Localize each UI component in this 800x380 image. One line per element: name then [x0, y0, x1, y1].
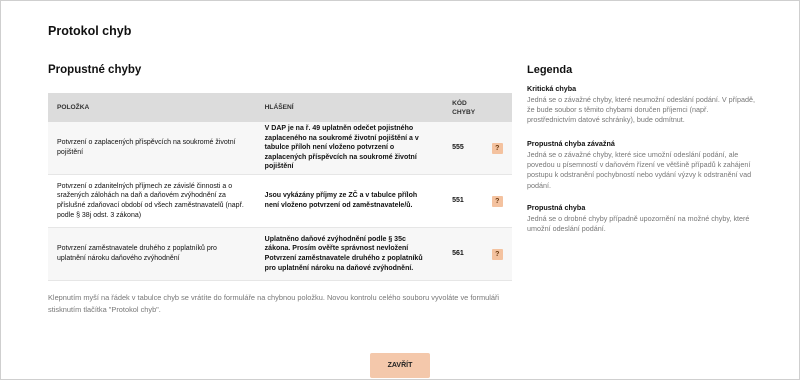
- help-icon[interactable]: ?: [491, 195, 503, 207]
- row-code: 551: [442, 174, 492, 228]
- row-item: Potvrzení o zaplacených příspěvcích na s…: [48, 122, 256, 175]
- header-code: KÓD CHYBY: [442, 93, 512, 122]
- row-item: Potvrzení o zdanitelných příjmech ze záv…: [48, 174, 256, 228]
- legend-item-minor: Propustná chyba Jedná se o drobné chyby …: [527, 203, 757, 234]
- row-code: 555: [442, 122, 492, 175]
- table-header-row: POLOŽKA HLÁŠENÍ KÓD CHYBY: [48, 93, 512, 122]
- row-code: 561: [442, 227, 492, 281]
- section-title: Propustné chyby: [48, 64, 142, 76]
- help-icon[interactable]: ?: [491, 248, 503, 260]
- row-item: Potvrzení zaměstnavatele druhého z popla…: [48, 227, 256, 281]
- header-message: HLÁŠENÍ: [255, 93, 443, 122]
- help-icon[interactable]: ?: [491, 142, 503, 154]
- legend-item-name: Propustná chyba: [527, 203, 586, 212]
- header-item: POLOŽKA: [48, 93, 256, 122]
- table-row[interactable]: Potvrzení o zaplacených příspěvcích na s…: [48, 122, 512, 175]
- legend-item-name: Propustná chyba závažná: [527, 139, 615, 148]
- table-row[interactable]: Potvrzení o zdanitelných příjmech ze záv…: [48, 174, 512, 228]
- legend-item-serious: Propustná chyba závažná Jedná se o závaž…: [527, 139, 757, 191]
- table-row[interactable]: Potvrzení zaměstnavatele druhého z popla…: [48, 227, 512, 281]
- row-message: V DAP je na ř. 49 uplatněn odečet pojist…: [255, 122, 443, 175]
- legend-item-name: Kritická chyba: [527, 84, 577, 93]
- page-title: Protokol chyb: [48, 24, 132, 38]
- legend-item-critical: Kritická chyba Jedná se o závažné chyby,…: [527, 84, 757, 126]
- close-button[interactable]: ZAVŘÍT: [370, 353, 430, 378]
- row-message: Jsou vykázány příjmy ze ZČ a v tabulce p…: [255, 174, 443, 228]
- error-table: POLOŽKA HLÁŠENÍ KÓD CHYBY Potvrzení o za…: [48, 93, 512, 281]
- legend-item-desc: Jedná se o závažné chyby, které neumožní…: [527, 95, 756, 125]
- row-message: Uplatněno daňové zvýhodnění podle § 35c …: [255, 227, 443, 281]
- legend-item-desc: Jedná se o drobné chyby případně upozorn…: [527, 214, 750, 234]
- legend-item-desc: Jedná se o závažné chyby, které sice umo…: [527, 150, 752, 190]
- instruction-note: Klepnutím myší na řádek v tabulce chyb s…: [48, 293, 500, 314]
- legend-title: Legenda: [527, 64, 573, 76]
